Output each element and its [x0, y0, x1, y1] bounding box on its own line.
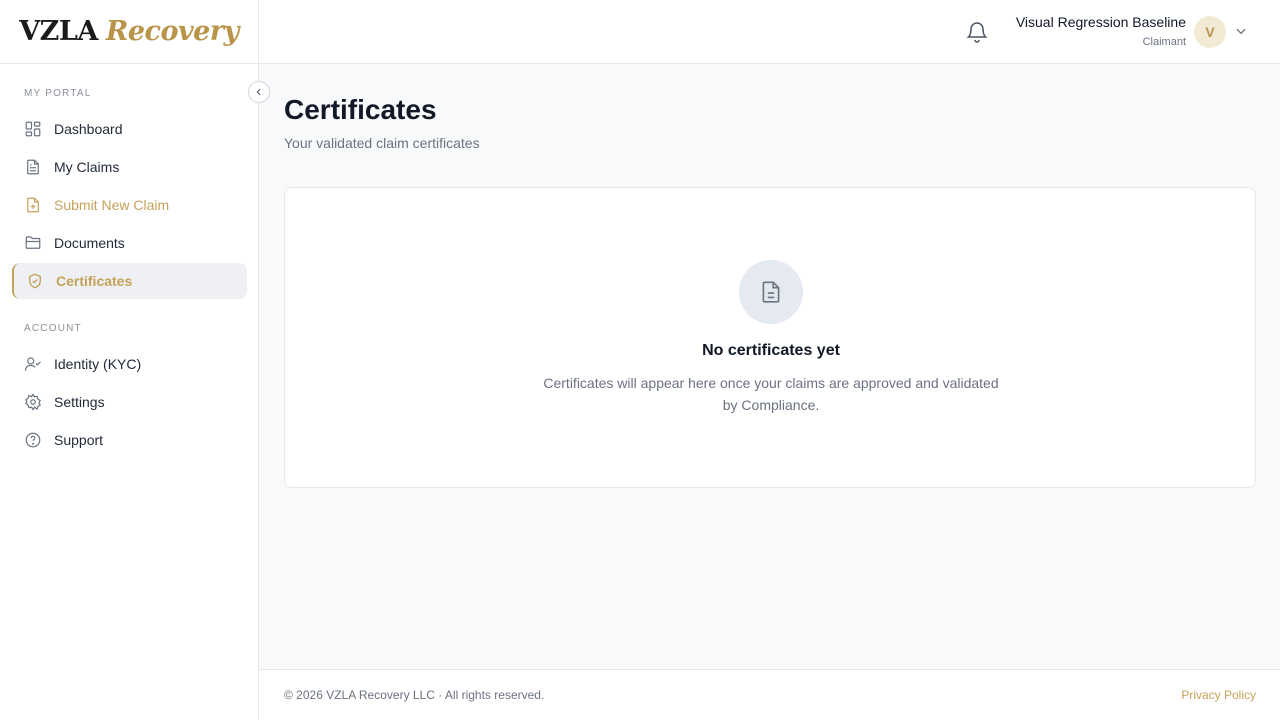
sidebar-item-label: My Claims [54, 159, 120, 175]
grid-icon [24, 120, 42, 138]
section-label-account: ACCOUNT [24, 323, 82, 334]
sidebar-item-label: Settings [54, 394, 105, 410]
logo-vzla: VZLA [19, 16, 98, 47]
sidebar-item-certificates[interactable]: Certificates [12, 263, 247, 299]
sidebar-item-identity[interactable]: Identity (KYC) [12, 346, 247, 382]
user-check-icon [24, 355, 42, 373]
bell-icon[interactable] [965, 20, 989, 44]
sidebar-item-label: Support [54, 432, 104, 448]
sidebar-item-label: Dashboard [54, 121, 123, 137]
user-role: Claimant [1142, 36, 1186, 48]
logo-area: VZLA Recovery [0, 0, 258, 64]
sidebar-item-submit-new-claim[interactable]: Submit New Claim [12, 187, 247, 223]
logo[interactable]: VZLA Recovery [19, 18, 239, 45]
file-plus-icon [24, 196, 42, 214]
gear-icon [24, 393, 42, 411]
help-circle-icon [24, 431, 42, 449]
empty-state-title: No certificates yet [702, 342, 840, 359]
shield-check-icon [26, 272, 44, 290]
sidebar-item-label: Certificates [56, 273, 133, 289]
sidebar-item-settings[interactable]: Settings [12, 384, 247, 420]
footer: © 2026 VZLA Recovery LLC · All rights re… [259, 669, 1280, 720]
chevron-left-icon [256, 88, 261, 96]
sidebar-item-label: Submit New Claim [54, 197, 170, 213]
file-text-icon [739, 260, 803, 324]
sidebar-item-label: Documents [54, 235, 125, 251]
empty-state-description: Certificates will appear here once your … [543, 375, 999, 413]
sidebar-item-dashboard[interactable]: Dashboard [12, 111, 247, 147]
sidebar-item-support[interactable]: Support [12, 422, 247, 458]
chevron-down-icon[interactable] [1234, 24, 1248, 38]
section-label-portal: MY PORTAL [24, 88, 92, 99]
page-subtitle: Your validated claim certificates [284, 135, 480, 151]
empty-state-card: No certificates yet Certificates will ap… [284, 187, 1256, 488]
sidebar-item-documents[interactable]: Documents [12, 225, 247, 261]
top-header: Visual Regression Baseline Claimant V [259, 0, 1280, 64]
sidebar-item-my-claims[interactable]: My Claims [12, 149, 247, 185]
sidebar-item-label: Identity (KYC) [54, 356, 142, 372]
avatar[interactable]: V [1194, 16, 1226, 48]
logo-recovery: Recovery [105, 16, 239, 47]
user-name[interactable]: Visual Regression Baseline [1016, 14, 1186, 30]
page-title: Certificates [284, 94, 437, 125]
sidebar: VZLA Recovery MY PORTAL Dashboard My Cla… [0, 0, 259, 720]
footer-copyright: © 2026 VZLA Recovery LLC · All rights re… [284, 688, 545, 702]
sidebar-collapse-button[interactable] [248, 81, 270, 103]
document-icon [24, 158, 42, 176]
privacy-policy-link[interactable]: Privacy Policy [1181, 688, 1256, 702]
folder-icon [24, 234, 42, 252]
